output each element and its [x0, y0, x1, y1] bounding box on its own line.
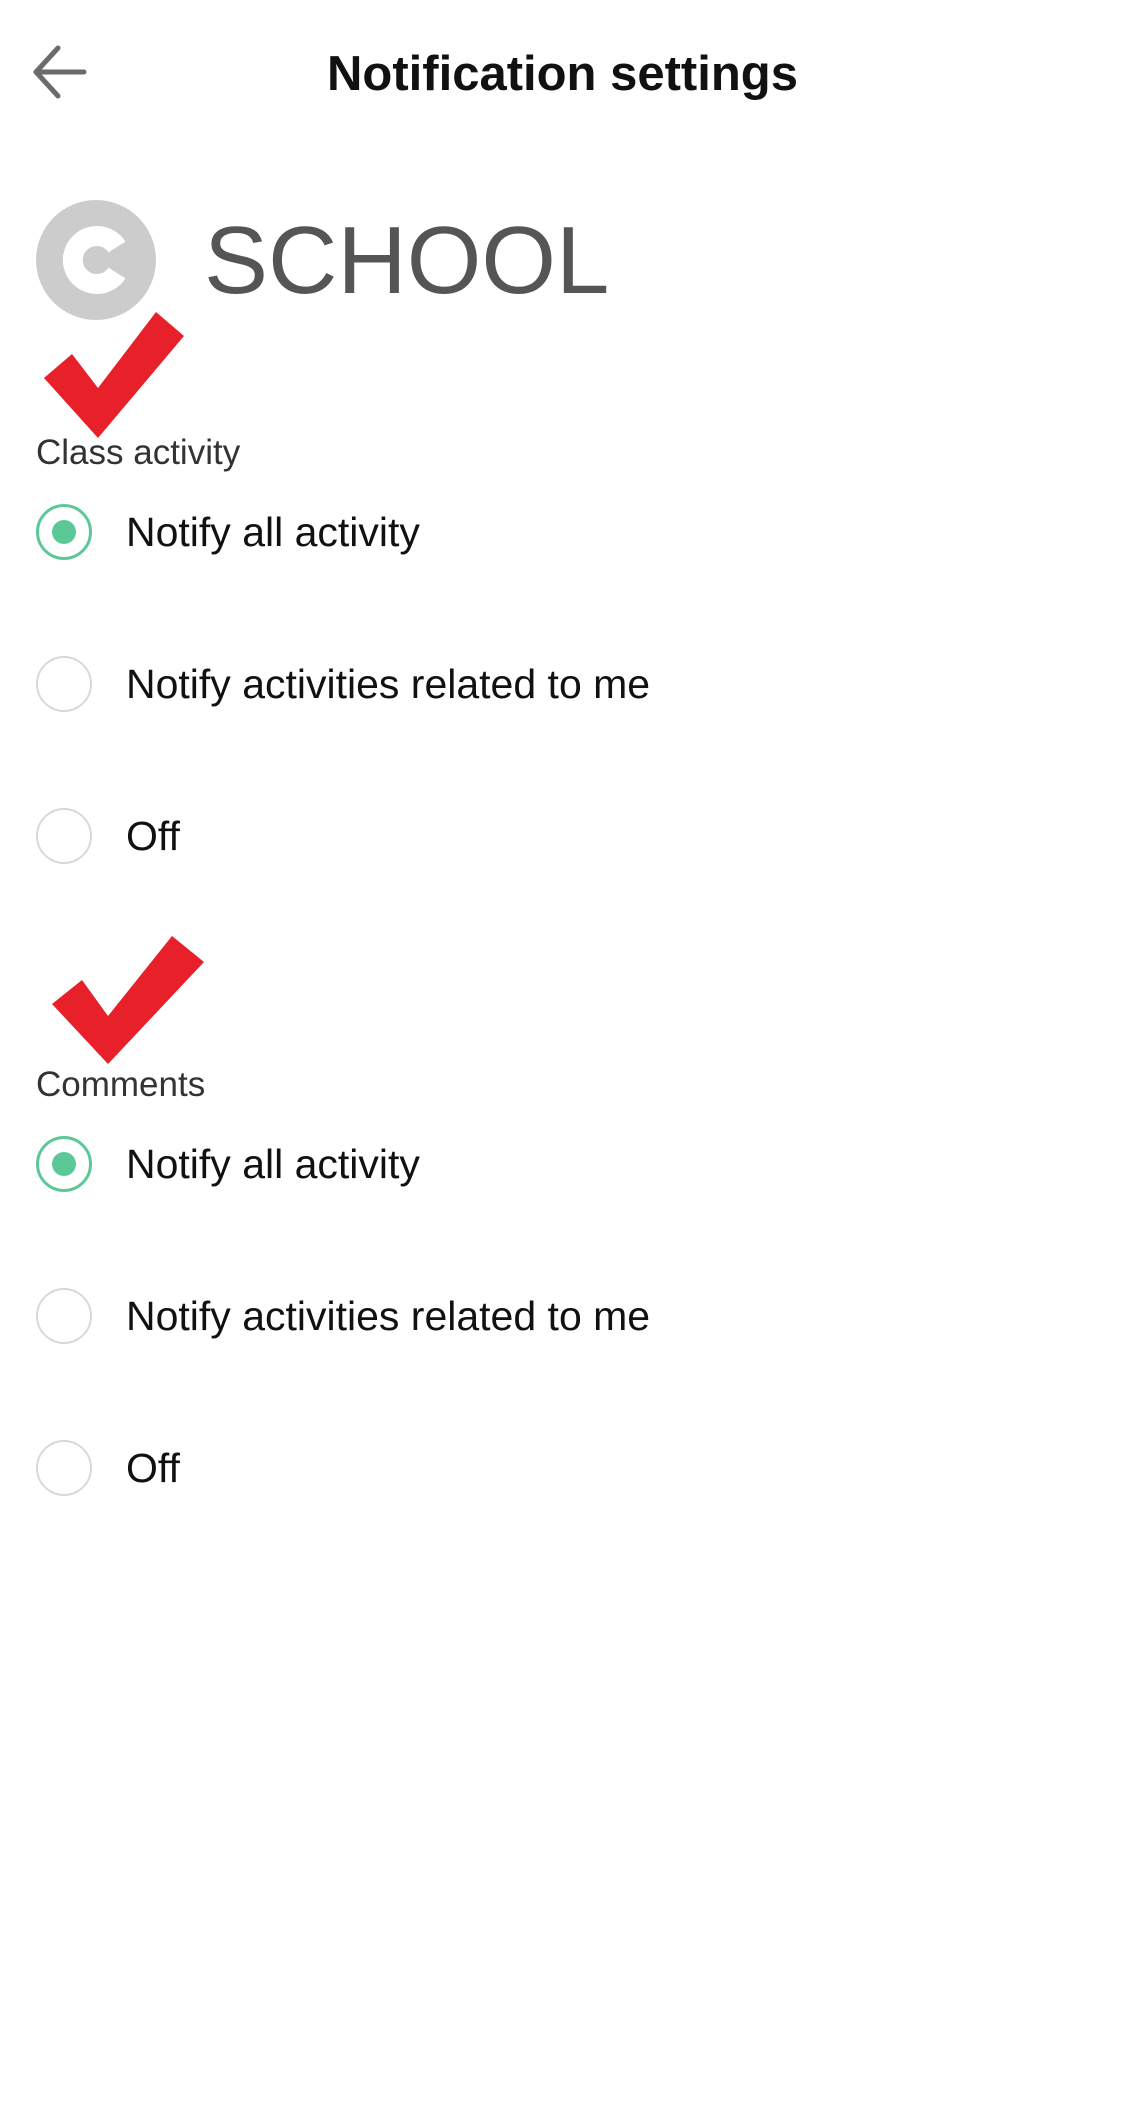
class-name: SCHOOL [204, 207, 610, 314]
option-label: Notify all activity [126, 1141, 420, 1187]
radio-button[interactable] [36, 656, 92, 712]
radio-button[interactable] [36, 1440, 92, 1496]
radio-button[interactable] [36, 808, 92, 864]
section-title-comments: Comments [36, 1065, 206, 1104]
comments-option-related-to-me[interactable]: Notify activities related to me [36, 1278, 1086, 1358]
page-title: Notification settings [327, 47, 798, 101]
class-activity-option-related-to-me[interactable]: Notify activities related to me [36, 646, 1086, 726]
top-bar: Notification settings [0, 0, 1125, 150]
option-label: Notify activities related to me [126, 1293, 651, 1339]
section-title-class-activity: Class activity [36, 433, 241, 472]
red-checkmark-icon [52, 936, 204, 1066]
class-avatar [36, 200, 156, 320]
class-activity-option-off[interactable]: Off [36, 798, 1086, 878]
red-checkmark-icon [44, 312, 184, 440]
radio-button-selected[interactable] [36, 1136, 92, 1192]
radio-button-selected[interactable] [36, 504, 92, 560]
letter-c-icon [62, 226, 126, 294]
option-label: Notify activities related to me [126, 661, 651, 707]
option-label: Off [126, 813, 180, 859]
class-activity-option-notify-all[interactable]: Notify all activity [36, 494, 1086, 574]
option-label: Notify all activity [126, 509, 420, 555]
option-label: Off [126, 1445, 180, 1491]
comments-option-notify-all[interactable]: Notify all activity [36, 1126, 1086, 1206]
radio-button[interactable] [36, 1288, 92, 1344]
comments-option-off[interactable]: Off [36, 1430, 1086, 1510]
